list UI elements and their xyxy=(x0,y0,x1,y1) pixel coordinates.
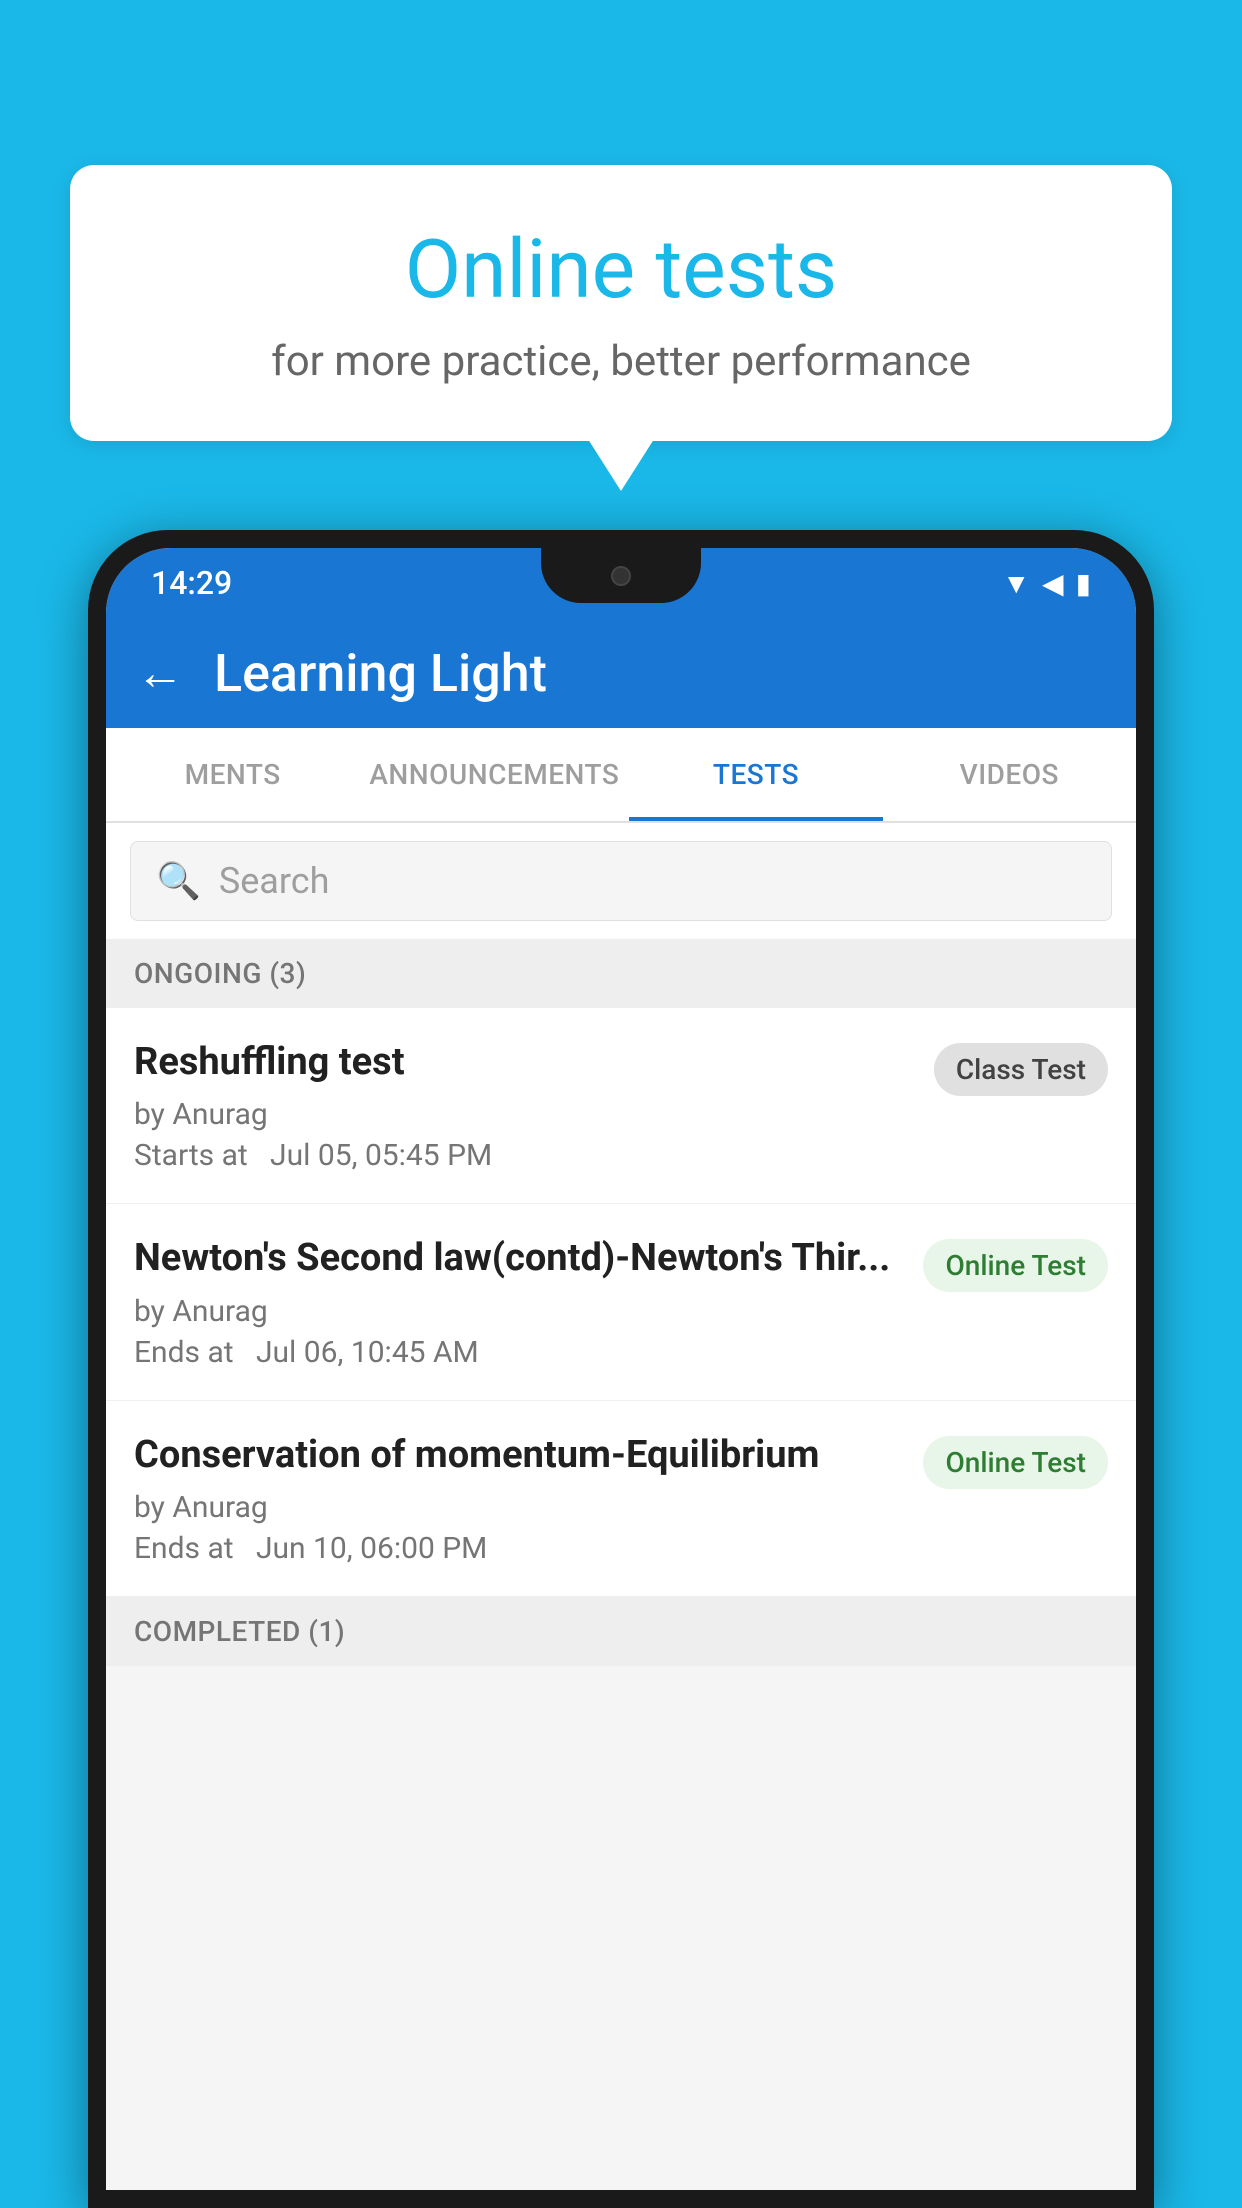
test-author-3: by Anurag xyxy=(134,1490,903,1525)
status-bar: 14:29 ▼ ◀ ▮ xyxy=(106,548,1136,618)
test-time-value-3: Jun 10, 06:00 PM xyxy=(256,1531,487,1566)
speech-bubble-container: Online tests for more practice, better p… xyxy=(70,165,1172,441)
speech-bubble: Online tests for more practice, better p… xyxy=(70,165,1172,441)
test-time-3: Ends at Jun 10, 06:00 PM xyxy=(134,1531,903,1566)
tabs-container: MENTS ANNOUNCEMENTS TESTS VIDEOS xyxy=(106,728,1136,823)
test-info-1: Reshuffling test by Anurag Starts at Jul… xyxy=(134,1038,934,1173)
completed-section-header: COMPLETED (1) xyxy=(106,1597,1136,1666)
test-badge-3: Online Test xyxy=(923,1436,1108,1489)
test-author-2: by Anurag xyxy=(134,1294,903,1329)
test-time-2: Ends at Jul 06, 10:45 AM xyxy=(134,1335,903,1370)
status-time: 14:29 xyxy=(151,564,232,602)
app-bar-title: Learning Light xyxy=(214,643,547,704)
test-badge-2: Online Test xyxy=(923,1239,1108,1292)
bubble-subtitle: for more practice, better performance xyxy=(120,337,1122,386)
bubble-title: Online tests xyxy=(120,225,1122,315)
camera-dot xyxy=(611,566,631,586)
notch xyxy=(541,548,701,603)
test-time-value-2: Jul 06, 10:45 AM xyxy=(256,1335,479,1370)
app-bar: ← Learning Light xyxy=(106,618,1136,728)
test-title-2: Newton's Second law(contd)-Newton's Thir… xyxy=(134,1234,903,1283)
test-item-1[interactable]: Reshuffling test by Anurag Starts at Jul… xyxy=(106,1008,1136,1204)
test-time-1: Starts at Jul 05, 05:45 PM xyxy=(134,1138,914,1173)
search-placeholder: Search xyxy=(219,860,330,902)
test-item-2[interactable]: Newton's Second law(contd)-Newton's Thir… xyxy=(106,1204,1136,1400)
phone-outer: 14:29 ▼ ◀ ▮ ← Learning Light MENTS ANNOU… xyxy=(88,530,1154,2208)
search-bar[interactable]: 🔍 Search xyxy=(130,841,1112,921)
test-time-label-3: Ends at xyxy=(134,1531,234,1566)
search-container: 🔍 Search xyxy=(106,823,1136,939)
test-title-1: Reshuffling test xyxy=(134,1038,914,1087)
test-author-1: by Anurag xyxy=(134,1097,914,1132)
status-icons: ▼ ◀ ▮ xyxy=(1002,567,1091,600)
test-time-label-2: Ends at xyxy=(134,1335,234,1370)
test-info-3: Conservation of momentum-Equilibrium by … xyxy=(134,1431,923,1566)
tab-tests[interactable]: TESTS xyxy=(629,728,882,821)
test-time-label-1: Starts at xyxy=(134,1138,248,1173)
test-info-2: Newton's Second law(contd)-Newton's Thir… xyxy=(134,1234,923,1369)
test-item-3[interactable]: Conservation of momentum-Equilibrium by … xyxy=(106,1401,1136,1597)
test-title-3: Conservation of momentum-Equilibrium xyxy=(134,1431,903,1480)
tab-announcements[interactable]: ANNOUNCEMENTS xyxy=(359,728,629,821)
phone-inner: 14:29 ▼ ◀ ▮ ← Learning Light MENTS ANNOU… xyxy=(106,548,1136,2190)
wifi-icon: ▼ xyxy=(1002,567,1030,600)
tab-ments[interactable]: MENTS xyxy=(106,728,359,821)
content-list: Reshuffling test by Anurag Starts at Jul… xyxy=(106,1008,1136,1666)
battery-icon: ▮ xyxy=(1076,567,1091,600)
search-icon: 🔍 xyxy=(156,860,201,902)
test-badge-1: Class Test xyxy=(934,1043,1108,1096)
signal-icon: ◀ xyxy=(1042,567,1064,600)
back-button[interactable]: ← xyxy=(136,649,184,697)
tab-videos[interactable]: VIDEOS xyxy=(883,728,1136,821)
test-time-value-1: Jul 05, 05:45 PM xyxy=(270,1138,492,1173)
ongoing-section-header: ONGOING (3) xyxy=(106,939,1136,1008)
